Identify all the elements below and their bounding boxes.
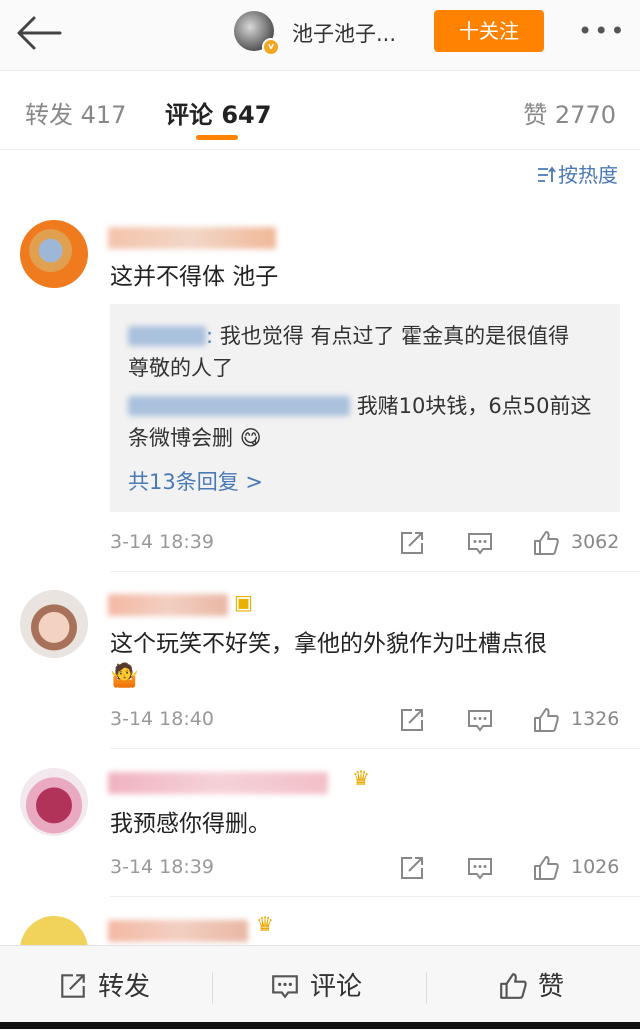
comment-meta: 3-14 18:40 1326 [0,700,640,740]
divider [212,972,213,1004]
comment-icon[interactable] [466,529,494,557]
drool-emoji-icon: 😋 [239,426,262,450]
system-nav-bar [0,1022,640,1029]
avatar[interactable] [20,768,88,836]
reply-text-cont: 条微博会删 😋 [128,426,262,450]
crown-badge-icon: ♛ [352,766,370,790]
divider [426,972,427,1004]
repost-icon[interactable] [398,529,426,557]
comment-label: 评论 [310,972,363,1002]
comment-icon[interactable] [466,706,494,734]
comment-meta: 3-14 18:39 3062 [0,523,640,563]
active-tab-indicator [196,135,238,140]
repost-icon[interactable] [398,854,426,882]
comment-meta: 3-14 18:39 1026 [0,848,640,888]
author-name[interactable]: 池子池子... [292,18,396,48]
replies-box[interactable]: : 我也觉得 有点过了 霍金真的是很值得 尊敬的人了 我赌10块钱，6点50前这… [110,304,620,512]
tab-like[interactable]: 赞 2770 [523,95,616,130]
comment-item: 这并不得体 池子 : 我也觉得 有点过了 霍金真的是很值得 尊敬的人了 我赌10… [0,205,640,580]
reply-author[interactable]: : [128,324,213,348]
like-icon[interactable] [532,854,560,882]
reply-author[interactable] [128,394,350,418]
tab-comment[interactable]: 评论 647 [165,95,271,130]
avatar[interactable] [20,220,88,288]
bottom-action-bar: 转发 评论 赞 [0,945,640,1030]
comment-icon [272,975,298,999]
tab-bar: 转发 417 评论 647 赞 2770 [0,71,640,150]
repost-icon[interactable] [398,706,426,734]
comment-time: 3-14 18:39 [110,531,214,553]
follow-button[interactable]: 十关注 [434,10,544,52]
like-label: 赞 [538,972,565,1002]
repost-icon [61,974,85,998]
comment-item: ▣ 这个玩笑不好笑，拿他的外貌作为吐槽点很 🤷 3-14 18:40 1326 [0,572,640,750]
reply-item: : 我也觉得 有点过了 霍金真的是很值得 [128,320,608,352]
comment-text: 这个玩笑不好笑，拿他的外貌作为吐槽点很 🤷 [110,631,547,689]
repost-button[interactable]: 转发 [58,966,150,1006]
sort-button[interactable]: 按热度 [536,159,618,188]
more-replies-link[interactable]: 共13条回复 > [128,466,263,496]
back-arrow-icon[interactable] [14,14,64,54]
like-count: 1326 [571,708,620,730]
like-button[interactable]: 赞 [498,966,564,1006]
reply-text-cont: 尊敬的人了 [128,356,233,380]
more-options-icon[interactable]: ••• [578,17,626,45]
shrug-emoji-icon: 🤷 [110,663,139,689]
divider [110,748,640,749]
sort-label: 按热度 [558,163,618,187]
comment-time: 3-14 18:40 [110,708,214,730]
reply-item: 我赌10块钱，6点50前这 [128,390,608,422]
commenter-name[interactable] [108,772,328,794]
like-icon[interactable] [532,706,560,734]
avatar[interactable] [20,590,88,658]
commenter-name[interactable] [108,920,248,942]
comment-text: 我预感你得删。 [110,811,271,837]
commenter-name[interactable] [108,227,276,249]
avatar[interactable] [20,916,88,945]
comment-text: 这并不得体 池子 [110,264,279,290]
sort-icon [538,166,556,182]
verified-badge-icon: v [262,38,280,56]
like-icon [500,973,527,999]
comment-button[interactable]: 评论 [270,966,362,1006]
like-icon[interactable] [532,529,560,557]
repost-label: 转发 [98,972,151,1002]
top-bar: v 池子池子... 十关注 ••• [0,0,640,71]
comment-icon[interactable] [466,854,494,882]
commenter-name[interactable] [108,594,228,616]
comment-item: ♛ 我预感你得删。 3-14 18:39 1026 [0,750,640,898]
comment-item: ♛ [0,898,640,945]
like-count: 1026 [571,856,620,878]
like-count: 3062 [571,531,620,553]
tab-repost[interactable]: 转发 417 [25,95,126,130]
divider [110,896,640,897]
member-badge-icon: ▣ [234,590,253,614]
crown-badge-icon: ♛ [256,912,274,936]
comment-time: 3-14 18:39 [110,856,214,878]
